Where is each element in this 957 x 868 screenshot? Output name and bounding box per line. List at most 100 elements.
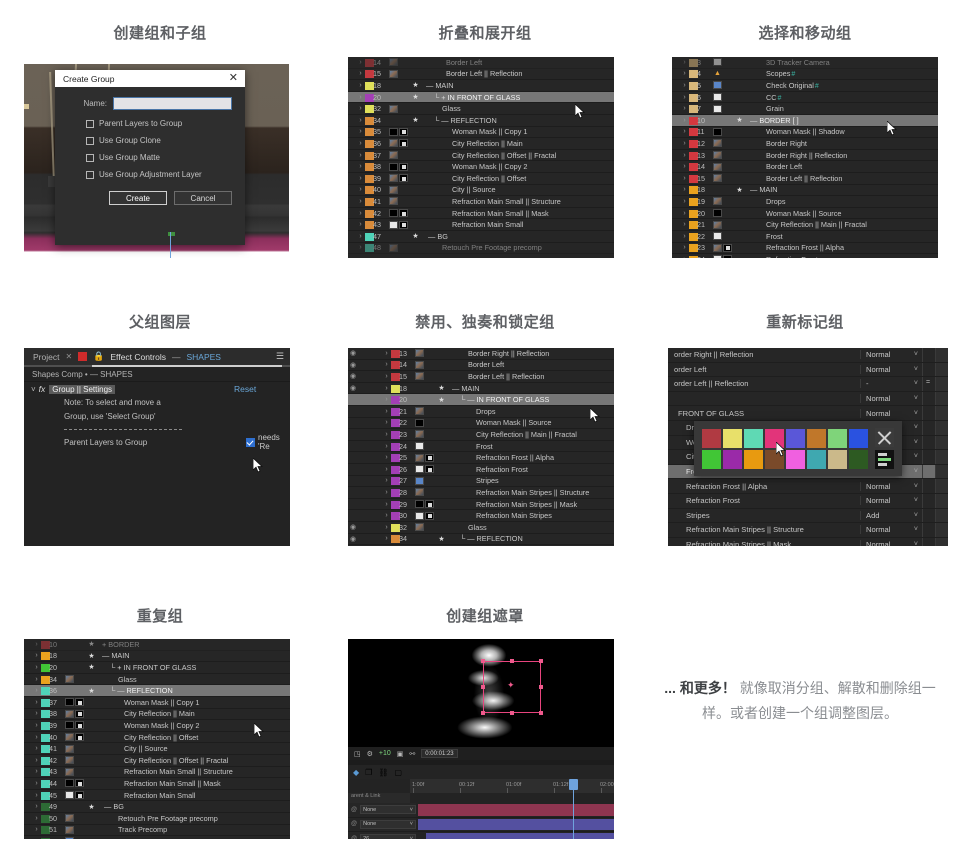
- parent-cell[interactable]: [935, 348, 948, 362]
- twirl-icon[interactable]: ›: [32, 757, 41, 764]
- twirl-icon[interactable]: ›: [680, 82, 689, 89]
- blend-mode-dropdown[interactable]: Normal˅: [860, 394, 922, 403]
- table-row[interactable]: ›47★— BG: [348, 231, 614, 243]
- color-swatch-1[interactable]: [723, 429, 742, 448]
- twirl-icon[interactable]: ›: [356, 221, 365, 228]
- layer-duration-bar[interactable]: [418, 819, 614, 831]
- label-color-swatch[interactable]: [391, 372, 399, 381]
- layer-name[interactable]: Drops: [744, 197, 938, 206]
- label-color-swatch[interactable]: [689, 81, 697, 90]
- timeline-track[interactable]: [416, 832, 614, 839]
- layer-name[interactable]: Refraction Main Small: [96, 791, 290, 800]
- twirl-icon[interactable]: ›: [680, 186, 689, 193]
- table-row[interactable]: ›39Woman Mask || Copy 2: [24, 720, 290, 732]
- layer-name[interactable]: └ — REFLECTION: [96, 686, 290, 695]
- handle-bl[interactable]: [481, 711, 485, 715]
- label-color-swatch[interactable]: [41, 790, 49, 799]
- blend-mode-dropdown[interactable]: Normal˅: [860, 540, 922, 546]
- parent-cell[interactable]: [935, 406, 948, 420]
- group-star-icon[interactable]: ★: [87, 803, 96, 811]
- twirl-icon[interactable]: ›: [382, 443, 391, 450]
- camera-icon[interactable]: ▣: [397, 750, 404, 758]
- layer-list-lock[interactable]: ◉›13Border Right || Reflection◉›14Border…: [348, 348, 614, 546]
- color-swatch-8[interactable]: [702, 450, 721, 469]
- track-matte-cell[interactable]: =: [922, 377, 935, 391]
- copy-icon[interactable]: ❐: [365, 768, 372, 777]
- table-row[interactable]: ◉›15Border Left || Reflection: [348, 371, 614, 383]
- track-matte-cell[interactable]: [922, 538, 935, 546]
- color-swatch-10[interactable]: [744, 450, 763, 469]
- label-color-swatch[interactable]: [689, 255, 697, 258]
- table-row[interactable]: ›10★+ BORDER: [24, 639, 290, 651]
- parent-dropdown[interactable]: 26.˅: [360, 834, 416, 839]
- color-swatch-15[interactable]: [849, 450, 868, 469]
- color-swatch-9[interactable]: [723, 450, 742, 469]
- pick-whip-icon[interactable]: @: [351, 807, 357, 813]
- label-color-swatch[interactable]: [391, 476, 399, 485]
- table-row[interactable]: ›21Drops: [348, 406, 614, 418]
- parent-cell[interactable]: [935, 465, 948, 479]
- label-color-swatch[interactable]: [689, 139, 697, 148]
- table-row[interactable]: ›23Refraction Frost || Alpha: [672, 243, 938, 255]
- layer-name[interactable]: City || Source: [96, 744, 290, 753]
- twirl-icon[interactable]: ›: [356, 117, 365, 124]
- table-row[interactable]: ›37City Reflection || Offset || Fractal: [348, 150, 614, 162]
- group-star-icon[interactable]: ★: [411, 232, 420, 240]
- checkbox-group-adjustment-layer[interactable]: Use Group Adjustment Layer: [86, 170, 245, 179]
- effect-name[interactable]: Group || Settings: [49, 385, 115, 394]
- layer-name[interactable]: City Reflection || Main || Fractal: [446, 430, 614, 439]
- parent-and-link-cell[interactable]: @None˅: [348, 803, 416, 817]
- track-matte-cell[interactable]: [922, 450, 935, 464]
- table-row[interactable]: ›43Refraction Main Small: [348, 219, 614, 231]
- table-row[interactable]: ›6CC#: [672, 92, 938, 104]
- twirl-icon[interactable]: ›: [382, 466, 391, 473]
- handle-br[interactable]: [539, 711, 543, 715]
- table-row[interactable]: ›35Woman Mask || Copy 1: [348, 127, 614, 139]
- link-icon[interactable]: ⚯: [409, 750, 415, 758]
- label-color-swatch[interactable]: [41, 698, 49, 707]
- layer-name[interactable]: └ + IN FRONT OF GLASS: [420, 93, 614, 102]
- layer-name[interactable]: Drops: [446, 407, 614, 416]
- label-color-swatch[interactable]: [689, 116, 697, 125]
- twirl-icon[interactable]: ›: [382, 535, 391, 542]
- twirl-icon[interactable]: ›: [356, 105, 365, 112]
- table-row[interactable]: ›15Border Left || Reflection: [672, 173, 938, 185]
- layer-name[interactable]: Track Precomp: [96, 825, 290, 834]
- layer-name[interactable]: Frost: [446, 442, 614, 451]
- blend-mode-dropdown[interactable]: Add˅: [860, 511, 922, 520]
- parent-cell[interactable]: [935, 421, 948, 435]
- layer-name[interactable]: └ — REFLECTION: [446, 534, 614, 543]
- label-color-swatch[interactable]: [391, 534, 399, 543]
- label-color-swatch[interactable]: [41, 767, 49, 776]
- visibility-toggle[interactable]: ◉: [348, 523, 358, 531]
- layer-name[interactable]: Refraction Main Stripes: [446, 511, 614, 520]
- parent-cell[interactable]: [935, 392, 948, 406]
- label-color-swatch[interactable]: [365, 232, 373, 241]
- comp-viewer[interactable]: ✦: [348, 639, 614, 747]
- layer-name[interactable]: Woman Mask || Source: [446, 418, 614, 427]
- layer-name[interactable]: Border Left: [420, 58, 614, 67]
- table-row[interactable]: @None˅: [348, 818, 614, 833]
- table-row[interactable]: ›39City Reflection || Offset: [348, 173, 614, 185]
- table-row[interactable]: ›24Frost: [348, 441, 614, 453]
- layer-name[interactable]: Refraction Main Small || Structure: [420, 197, 614, 206]
- layer-name[interactable]: └ — REFLECTION: [420, 116, 614, 125]
- twirl-icon[interactable]: ›: [356, 140, 365, 147]
- layer-name[interactable]: Footage: [96, 837, 290, 839]
- twirl-icon[interactable]: ›: [382, 350, 391, 357]
- table-row[interactable]: Refraction FrostNormal˅: [668, 494, 948, 509]
- timeline-ruler[interactable]: 1:00f00:12f01:00f01:12f02:00f02: [410, 779, 614, 793]
- layer-name[interactable]: City || Source: [420, 185, 614, 194]
- blend-mode-dropdown[interactable]: Normal˅: [860, 365, 922, 374]
- layer-name[interactable]: 3D Tracker Camera: [744, 58, 938, 67]
- label-color-swatch[interactable]: [689, 174, 697, 183]
- twirl-icon[interactable]: ›: [32, 641, 41, 648]
- label-color-swatch[interactable]: [689, 220, 697, 229]
- table-row[interactable]: StripesAdd˅: [668, 509, 948, 524]
- handle-tl[interactable]: [481, 659, 485, 663]
- twirl-icon[interactable]: ›: [382, 419, 391, 426]
- layer-name[interactable]: Refraction Frost || Alpha: [668, 482, 860, 491]
- tab-effect-controls[interactable]: Effect Controls: [110, 352, 166, 362]
- parent-cell[interactable]: [935, 363, 948, 377]
- label-color-swatch[interactable]: [365, 104, 373, 113]
